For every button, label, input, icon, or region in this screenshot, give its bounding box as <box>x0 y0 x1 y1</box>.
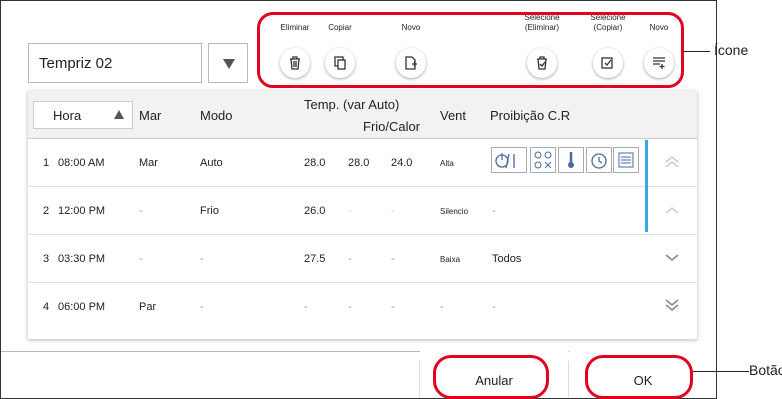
row-time: 08:00 AM <box>58 157 105 169</box>
row-temp1: 28.0 <box>304 157 326 169</box>
row-temp2: - <box>348 301 352 313</box>
row-temp3: - <box>391 301 395 313</box>
table-header: Hora Mar Modo Temp. (var Auto) Frio/Calo… <box>28 91 697 139</box>
select-delete-button[interactable] <box>527 48 557 78</box>
table-row[interactable]: 1 08:00 AM Mar Auto 28.0 28.0 24.0 Alta <box>28 139 697 187</box>
row-vent: Baixa <box>440 255 461 264</box>
add-list-icon <box>653 57 665 69</box>
select-delete-icon <box>537 56 547 70</box>
mode-prohibit-icon <box>530 147 556 173</box>
schedule-select-value: Tempriz 02 <box>39 55 113 72</box>
table-row[interactable]: 3 03:30 PM - - 27.5 - - Baixa Todos <box>28 235 697 283</box>
row-temp2: - <box>348 205 352 217</box>
scrollbar[interactable] <box>645 140 648 232</box>
row-temp1: 26.0 <box>304 205 326 217</box>
header-hora: Hora <box>53 108 82 123</box>
select-copy-label: Selecione (Copiar) <box>590 13 626 32</box>
new-label: Novo <box>401 23 421 32</box>
row-temp3: - <box>391 253 395 265</box>
new-button[interactable] <box>396 48 426 78</box>
delete-button[interactable] <box>280 48 310 78</box>
schedule-panel: Tempriz 02 Eliminar Copiar Novo Selecion… <box>0 0 717 399</box>
header-temp-sub: Frio/Calor <box>363 119 421 134</box>
new-list-tool[interactable]: Novo <box>637 23 681 83</box>
row-temp2: 28.0 <box>348 157 370 169</box>
row-time: 06:00 PM <box>58 301 106 313</box>
select-copy-tool[interactable]: Selecione (Copiar) <box>579 13 637 83</box>
trash-icon <box>290 56 300 70</box>
row-number: 3 <box>43 253 50 265</box>
row-proib: Todos <box>492 253 522 265</box>
row-modo: Frio <box>200 205 219 217</box>
scroll-bottom-icon[interactable] <box>664 298 680 312</box>
copy-label: Copiar <box>328 23 352 32</box>
row-time: 03:30 PM <box>58 253 106 265</box>
sort-up-icon <box>114 110 124 119</box>
cancel-highlight <box>433 355 549 399</box>
row-mar: - <box>139 253 143 265</box>
row-temp3: 24.0 <box>391 157 413 169</box>
select-delete-label: Selecione (Eliminar) <box>524 13 560 32</box>
row-vent: - <box>440 301 444 313</box>
row-number: 1 <box>43 157 50 169</box>
schedule-dropdown-button[interactable] <box>208 43 248 83</box>
header-temp: Temp. (var Auto) <box>304 97 400 112</box>
row-time: 12:00 PM <box>58 205 106 217</box>
copy-icon <box>334 56 346 70</box>
select-copy-icon <box>601 57 613 69</box>
copy-button[interactable] <box>325 48 355 78</box>
row-temp1: 27.5 <box>304 253 326 265</box>
delete-tool[interactable]: Eliminar <box>273 23 317 83</box>
header-mar: Mar <box>139 108 162 123</box>
row-modo: - <box>200 253 204 265</box>
icone-callout-line <box>684 51 710 52</box>
sort-hora-button[interactable]: Hora <box>33 101 133 129</box>
row-modo: - <box>200 301 204 313</box>
timer-prohibit-icon <box>586 147 612 173</box>
scroll-down-icon[interactable] <box>664 253 680 263</box>
new-file-icon <box>405 56 417 70</box>
select-delete-tool[interactable]: Selecione (Eliminar) <box>513 13 571 83</box>
row-proib: - <box>492 205 496 217</box>
scroll-top-icon[interactable] <box>664 155 680 169</box>
filter-prohibit-icon <box>613 147 639 173</box>
new-list-button[interactable] <box>644 48 674 78</box>
schedule-select[interactable]: Tempriz 02 <box>28 43 202 83</box>
icone-callout: Ícone <box>714 42 749 58</box>
copy-tool[interactable]: Copiar <box>318 23 362 83</box>
row-temp1: - <box>304 301 308 313</box>
ok-highlight <box>585 355 693 399</box>
table-row[interactable]: 2 12:00 PM - Frio 26.0 - - Silencio - <box>28 187 697 235</box>
row-temp3: - <box>391 205 395 217</box>
row-temp2: - <box>348 253 352 265</box>
row-modo: Auto <box>200 157 223 169</box>
row-mar: Par <box>139 301 157 313</box>
header-vent: Vent <box>440 108 467 123</box>
temperature-prohibit-icon <box>558 147 584 173</box>
row-vent: Silencio <box>440 207 469 216</box>
botao-callout-line <box>693 371 749 372</box>
scroll-up-icon[interactable] <box>664 205 680 215</box>
new-tool[interactable]: Novo <box>389 23 433 83</box>
row-number: 2 <box>43 205 50 217</box>
schedule-table: Hora Mar Modo Temp. (var Auto) Frio/Calo… <box>28 91 697 339</box>
row-mar: - <box>139 205 143 217</box>
new-list-label: Novo <box>649 23 669 32</box>
row-number: 4 <box>43 301 50 313</box>
botao-callout: Botão <box>749 362 782 378</box>
row-mar: Mar <box>139 157 158 169</box>
power-prohibit-icon <box>491 147 527 173</box>
select-copy-button[interactable] <box>593 48 623 78</box>
row-proib: - <box>492 301 496 313</box>
row-vent: Alta <box>440 159 454 168</box>
table-row[interactable]: 4 06:00 PM Par - - - - - - <box>28 283 697 330</box>
header-modo: Modo <box>200 108 233 123</box>
header-proib: Proibição C.R <box>490 108 571 123</box>
